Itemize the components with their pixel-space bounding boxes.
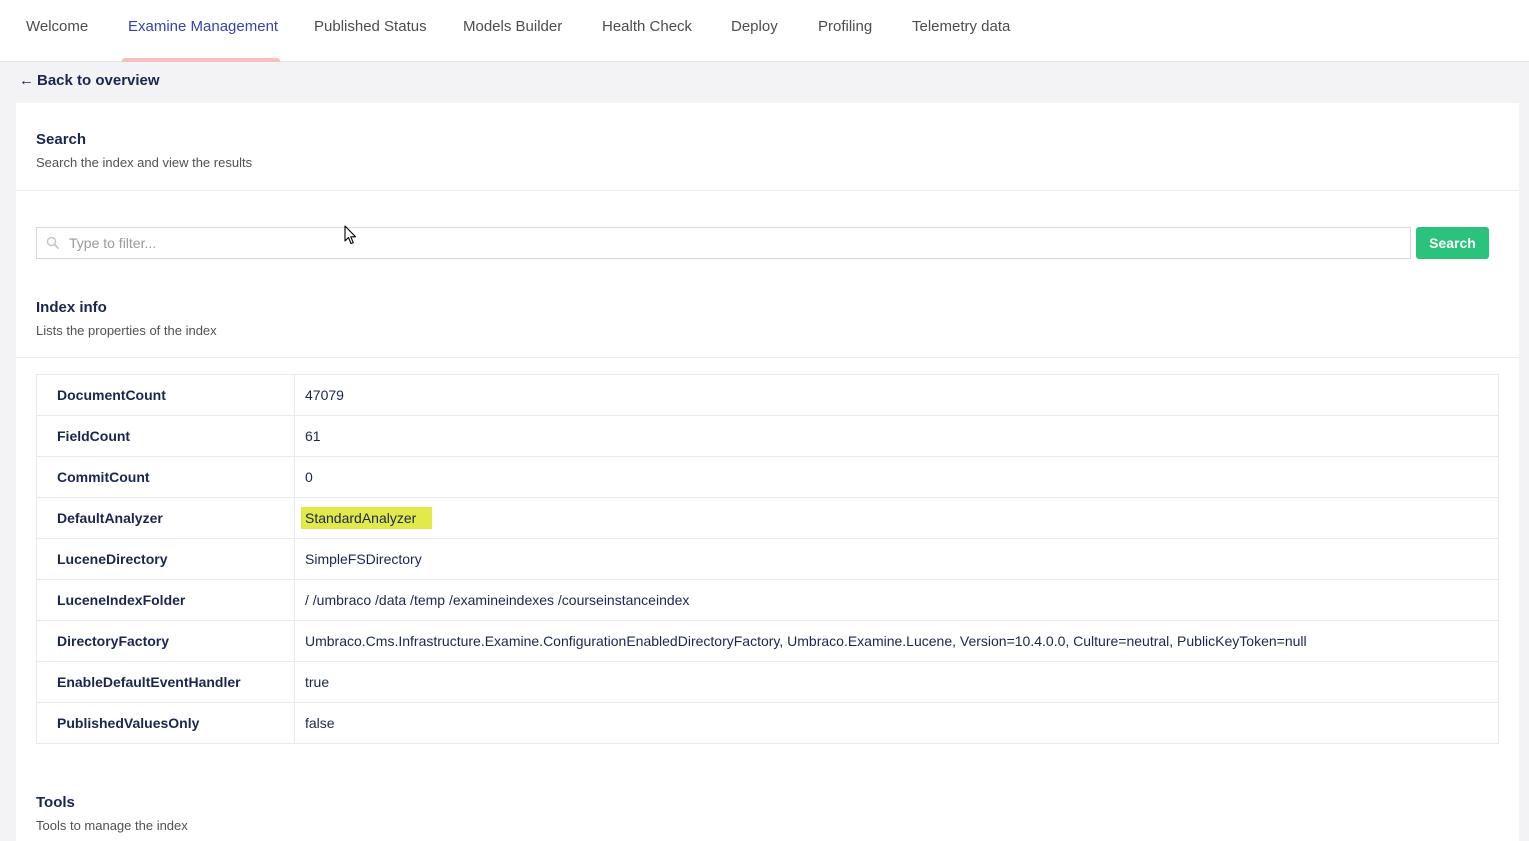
search-button[interactable]: Search [1416,227,1489,259]
section-divider [16,190,1519,191]
tab-health-check[interactable]: Health Check [602,0,692,62]
property-name: CommitCount [36,456,295,498]
tab-profiling[interactable]: Profiling [818,0,872,62]
table-row: LuceneIndexFolder / /umbraco /data /temp… [36,579,1499,621]
search-field [36,227,1411,259]
tab-published-status[interactable]: Published Status [314,0,427,62]
table-row: DirectoryFactory Umbraco.Cms.Infrastruct… [36,620,1499,662]
table-row: PublishedValuesOnly false [36,702,1499,744]
search-section-title: Search [36,131,87,148]
property-value: false [305,715,335,731]
tools-section-description: Tools to manage the index [36,818,188,833]
property-name: DocumentCount [36,374,295,416]
back-link-label: Back to overview [37,72,160,89]
active-tab-indicator [122,58,280,62]
index-properties-table: DocumentCount 47079 FieldCount 61 Commit… [36,374,1499,744]
table-row: DefaultAnalyzer StandardAnalyzer [36,497,1499,539]
index-info-title: Index info [36,299,107,316]
property-name: LuceneDirectory [36,538,295,580]
property-value: 61 [305,428,321,444]
property-name: DefaultAnalyzer [36,497,295,539]
tab-models-builder[interactable]: Models Builder [463,0,562,62]
table-row: EnableDefaultEventHandler true [36,661,1499,703]
property-value: true [305,674,330,690]
property-name: LuceneIndexFolder [36,579,295,621]
tab-welcome[interactable]: Welcome [26,0,88,62]
property-value: SimpleFSDirectory [305,551,422,567]
back-to-overview-link[interactable]: ← Back to overview [19,72,160,92]
index-info-description: Lists the properties of the index [36,323,217,338]
top-navigation-tabs: Welcome Examine Management Published Sta… [0,0,1529,62]
table-row: LuceneDirectory SimpleFSDirectory [36,538,1499,580]
table-row: CommitCount 0 [36,456,1499,498]
property-value: 47079 [305,387,344,403]
highlighted-value: StandardAnalyzer [301,507,433,529]
tab-examine-management[interactable]: Examine Management [128,0,278,62]
property-name: FieldCount [36,415,295,457]
property-name: EnableDefaultEventHandler [36,661,295,703]
tab-telemetry-data[interactable]: Telemetry data [912,0,1010,62]
tools-section-title: Tools [36,794,75,811]
table-row: DocumentCount 47079 [36,374,1499,416]
arrow-left-icon: ← [19,72,34,89]
search-icon [46,236,59,249]
table-row: FieldCount 61 [36,415,1499,457]
search-section-description: Search the index and view the results [36,155,253,170]
property-value: / /umbraco /data /temp /examineindexes /… [305,592,690,608]
property-value: Umbraco.Cms.Infrastructure.Examine.Confi… [305,633,1307,649]
property-value: StandardAnalyzer [295,498,1499,539]
property-name: PublishedValuesOnly [36,702,295,744]
section-divider [16,357,1519,358]
property-value: 0 [305,469,313,485]
search-input[interactable] [67,228,1397,258]
tab-deploy[interactable]: Deploy [731,0,778,62]
examine-index-panel: Search Search the index and view the res… [16,103,1519,841]
property-name: DirectoryFactory [36,620,295,662]
